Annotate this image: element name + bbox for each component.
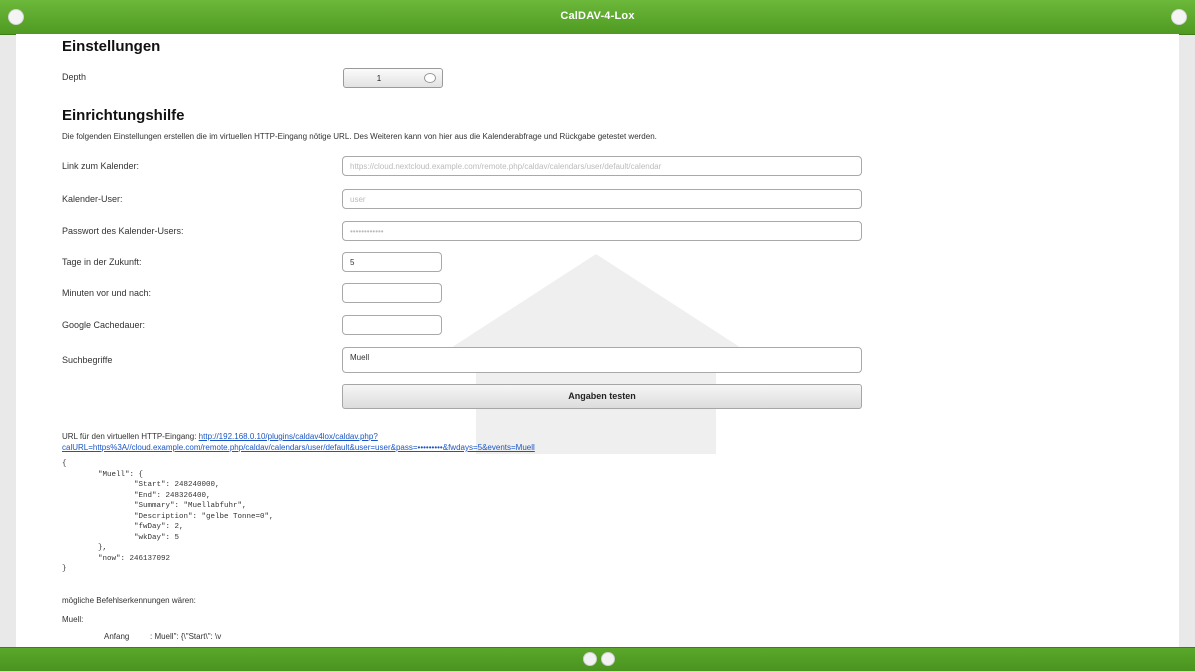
minutes-input[interactable]: [342, 283, 442, 303]
calendar-password-input[interactable]: ••••••••••••: [342, 221, 862, 241]
depth-value: 1: [376, 74, 382, 83]
url-link-line2[interactable]: calURL=https%3A//cloud.example.com/remot…: [62, 443, 535, 452]
start-key: Anfang: [104, 632, 130, 641]
days-ahead-label: Tage in der Zukunft:: [62, 257, 142, 267]
json-output: { "Muell": { "Start": 248240000, "End": …: [62, 460, 274, 573]
page-dot-1[interactable]: [583, 652, 597, 666]
calendar-user-label: Kalender-User:: [62, 194, 123, 204]
url-label: URL für den virtuellen HTTP-Eingang:: [62, 432, 197, 441]
bottom-bar: [0, 647, 1195, 671]
setup-description: Die folgenden Einstellungen erstellen di…: [62, 132, 657, 141]
test-settings-button[interactable]: Angaben testen: [342, 384, 862, 409]
google-cache-input[interactable]: [342, 315, 442, 335]
url-block: URL für den virtuellen HTTP-Eingang: htt…: [62, 431, 1162, 453]
calendar-password-label: Passwort des Kalender-Users:: [62, 226, 184, 236]
calendar-user-input[interactable]: user: [342, 189, 862, 209]
depth-spinner[interactable]: 1: [343, 68, 443, 88]
start-value: : Muell": {\"Start\": \v: [150, 632, 222, 641]
title-bar: CalDAV-4-Lox: [0, 0, 1195, 35]
search-terms-label: Suchbegriffe: [62, 355, 113, 365]
commands-label: mögliche Befehlserkennungen wären:: [62, 596, 196, 605]
close-button[interactable]: [1171, 9, 1187, 25]
search-terms-textarea[interactable]: Muell: [342, 347, 862, 373]
days-ahead-input[interactable]: 5: [342, 252, 442, 272]
page-dot-2[interactable]: [601, 652, 615, 666]
app-title: CalDAV-4-Lox: [560, 10, 635, 22]
url-link-line1[interactable]: http://192.168.0.10/plugins/caldav4lox/c…: [199, 432, 378, 441]
spinner-knob-icon[interactable]: [424, 73, 436, 83]
google-cache-label: Google Cachedauer:: [62, 320, 146, 330]
main-content: Einstellungen Depth 1 Einrichtungshilfe …: [16, 34, 1179, 648]
event-name: Muell:: [62, 615, 84, 624]
settings-heading: Einstellungen: [62, 38, 161, 55]
minutes-label: Minuten vor und nach:: [62, 288, 152, 298]
calendar-link-label: Link zum Kalender:: [62, 161, 140, 171]
calendar-link-input[interactable]: https://cloud.nextcloud.example.com/remo…: [342, 156, 862, 176]
depth-label: Depth: [62, 72, 87, 82]
setup-heading: Einrichtungshilfe: [62, 107, 185, 124]
